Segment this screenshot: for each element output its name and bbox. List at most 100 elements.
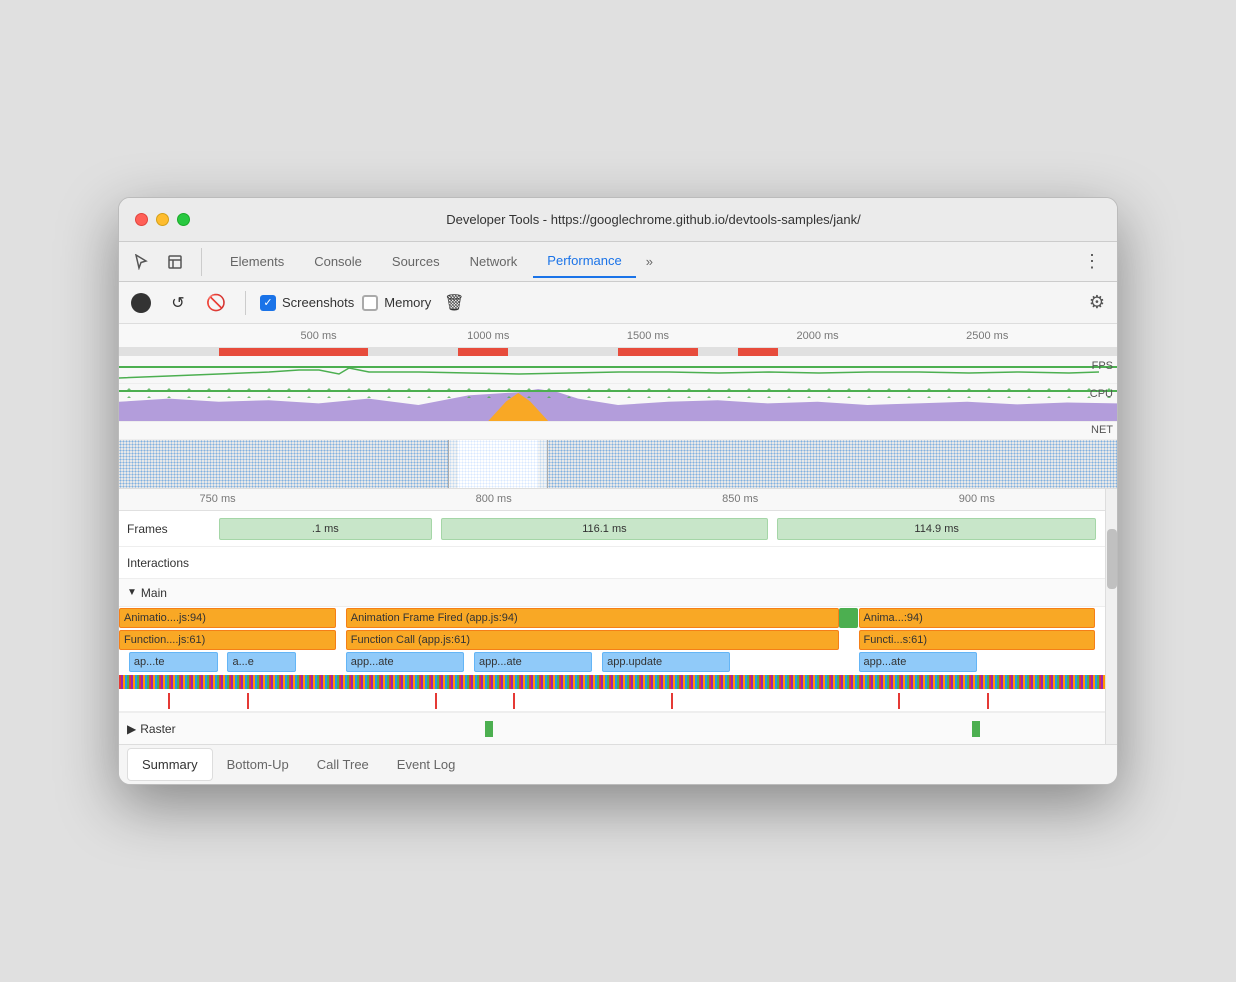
screenshots-group: ✓ Screenshots bbox=[260, 295, 354, 311]
flame-markers bbox=[119, 691, 1105, 711]
maximize-button[interactable] bbox=[177, 213, 190, 226]
flame-app-3[interactable]: app...ate bbox=[346, 652, 464, 672]
cpu-green-dots bbox=[119, 386, 1117, 398]
reload-button[interactable]: ↺ bbox=[163, 288, 193, 318]
task-bar bbox=[119, 348, 1117, 356]
raster-content bbox=[219, 713, 1105, 744]
frame-block-1: .1 ms bbox=[219, 518, 432, 540]
clear-button[interactable]: 🚫 bbox=[201, 288, 231, 318]
net-label: NET bbox=[1091, 424, 1113, 436]
close-button[interactable] bbox=[135, 213, 148, 226]
ruler-tick-500: 500 ms bbox=[301, 330, 337, 342]
toolbar-right: ⚙ bbox=[1089, 292, 1105, 313]
ruler-tick-2500: 2500 ms bbox=[966, 330, 1008, 342]
screenshots-checkbox[interactable]: ✓ bbox=[260, 295, 276, 311]
tab-network[interactable]: Network bbox=[456, 246, 532, 277]
task-segment-1 bbox=[219, 348, 369, 356]
tab-elements[interactable]: Elements bbox=[216, 246, 298, 277]
flame-content-row-1: Animatio....js:94) Animation Frame Fired… bbox=[119, 607, 1105, 629]
inspect-icon[interactable] bbox=[161, 248, 189, 276]
flame-row-1: Animatio....js:94) Animation Frame Fired… bbox=[119, 607, 1105, 629]
detail-tick-850: 850 ms bbox=[722, 493, 758, 505]
flame-stripe-1 bbox=[119, 675, 1105, 689]
flame-content-stripe bbox=[119, 673, 1105, 691]
detail-tick-800: 800 ms bbox=[476, 493, 512, 505]
flame-func-1[interactable]: Function....js:61) bbox=[119, 630, 336, 650]
flame-content-row-2: Function....js:61) Function Call (app.js… bbox=[119, 629, 1105, 651]
memory-group: Memory bbox=[362, 295, 431, 311]
task-segment-2 bbox=[458, 348, 508, 356]
minimize-button[interactable] bbox=[156, 213, 169, 226]
main-header: ▼ Main bbox=[119, 579, 1105, 607]
tab-call-tree[interactable]: Call Tree bbox=[303, 749, 383, 780]
cursor-icon[interactable] bbox=[127, 248, 155, 276]
detail-tick-750: 750 ms bbox=[200, 493, 236, 505]
net-track: NET bbox=[119, 422, 1117, 440]
tab-sources[interactable]: Sources bbox=[378, 246, 454, 277]
record-button[interactable] bbox=[131, 293, 151, 313]
memory-checkbox[interactable] bbox=[362, 295, 378, 311]
scrollbar[interactable] bbox=[1105, 489, 1117, 744]
scrollbar-thumb[interactable] bbox=[1107, 529, 1117, 589]
screenshots-dots bbox=[119, 440, 1117, 489]
interactions-row: Interactions bbox=[119, 547, 1105, 579]
delete-button[interactable]: 🗑 bbox=[439, 288, 469, 318]
task-segment-4 bbox=[738, 348, 778, 356]
marker-7 bbox=[987, 693, 989, 709]
flame-app-2[interactable]: a...e bbox=[227, 652, 296, 672]
cpu-label: CPU bbox=[1090, 388, 1113, 400]
window-title: Developer Tools - https://googlechrome.g… bbox=[206, 212, 1101, 227]
timeline-overview: 500 ms 1000 ms 1500 ms 2000 ms 2500 ms F… bbox=[119, 324, 1117, 489]
interactions-label: Interactions bbox=[119, 556, 219, 570]
fps-label: FPS bbox=[1092, 360, 1113, 372]
tab-more-button[interactable]: » bbox=[638, 250, 661, 273]
frames-content: .1 ms 116.1 ms 114.9 ms bbox=[219, 511, 1105, 546]
flame-row-stripe bbox=[119, 673, 1105, 691]
screenshots-track bbox=[119, 440, 1117, 489]
screenshots-label: Screenshots bbox=[282, 295, 354, 310]
flame-app-1[interactable]: ap...te bbox=[129, 652, 218, 672]
marker-6 bbox=[898, 693, 900, 709]
devtools-menu-icon[interactable]: ⋮ bbox=[1075, 247, 1109, 276]
main-content: 750 ms 800 ms 850 ms 900 ms Frames .1 ms… bbox=[119, 489, 1117, 744]
marker-2 bbox=[247, 693, 249, 709]
flame-content-row-3: ap...te a...e app...ate app...ate app.up… bbox=[119, 651, 1105, 673]
raster-row: ▶ Raster bbox=[119, 712, 1105, 744]
tab-performance[interactable]: Performance bbox=[533, 245, 635, 278]
flame-app-6[interactable]: app...ate bbox=[859, 652, 977, 672]
marker-1 bbox=[168, 693, 170, 709]
detail-area: 750 ms 800 ms 850 ms 900 ms Frames .1 ms… bbox=[119, 489, 1105, 744]
tab-console[interactable]: Console bbox=[300, 246, 376, 277]
flame-anim-1[interactable]: Animatio....js:94) bbox=[119, 608, 336, 628]
raster-green-2 bbox=[972, 721, 980, 737]
tab-icons bbox=[127, 248, 202, 276]
flame-anim-2[interactable]: Animation Frame Fired (app.js:94) bbox=[346, 608, 839, 628]
flame-func-3[interactable]: Functi...s:61) bbox=[859, 630, 1096, 650]
flame-func-2[interactable]: Function Call (app.js:61) bbox=[346, 630, 839, 650]
title-bar: Developer Tools - https://googlechrome.g… bbox=[119, 198, 1117, 242]
flame-app-4[interactable]: app...ate bbox=[474, 652, 592, 672]
frame-block-3: 114.9 ms bbox=[777, 518, 1096, 540]
toolbar-separator-1 bbox=[245, 291, 246, 315]
main-section: ▼ Main Animatio....js:94) Animation Fram… bbox=[119, 579, 1105, 712]
traffic-lights bbox=[135, 213, 190, 226]
bottom-tabs: Summary Bottom-Up Call Tree Event Log bbox=[119, 744, 1117, 784]
raster-arrow[interactable]: ▶ bbox=[127, 722, 136, 736]
flame-green-1 bbox=[839, 608, 859, 628]
marker-5 bbox=[671, 693, 673, 709]
cpu-track: CPU bbox=[119, 384, 1117, 422]
task-segment-3 bbox=[618, 348, 698, 356]
settings-icon[interactable]: ⚙ bbox=[1089, 292, 1105, 313]
frame-block-2: 116.1 ms bbox=[441, 518, 769, 540]
detail-tick-900: 900 ms bbox=[959, 493, 995, 505]
main-collapse-arrow[interactable]: ▼ bbox=[127, 587, 137, 598]
tab-summary[interactable]: Summary bbox=[127, 748, 213, 781]
tab-event-log[interactable]: Event Log bbox=[383, 749, 470, 780]
tab-bottom-up[interactable]: Bottom-Up bbox=[213, 749, 303, 780]
frames-row: Frames .1 ms 116.1 ms 114.9 ms bbox=[119, 511, 1105, 547]
flame-anim-3[interactable]: Anima...:94) bbox=[859, 608, 1096, 628]
flame-app-5[interactable]: app.update bbox=[602, 652, 730, 672]
frames-label: Frames bbox=[119, 522, 219, 536]
perf-toolbar: ↺ 🚫 ✓ Screenshots Memory 🗑 ⚙ bbox=[119, 282, 1117, 324]
ruler-tick-1000: 1000 ms bbox=[467, 330, 509, 342]
